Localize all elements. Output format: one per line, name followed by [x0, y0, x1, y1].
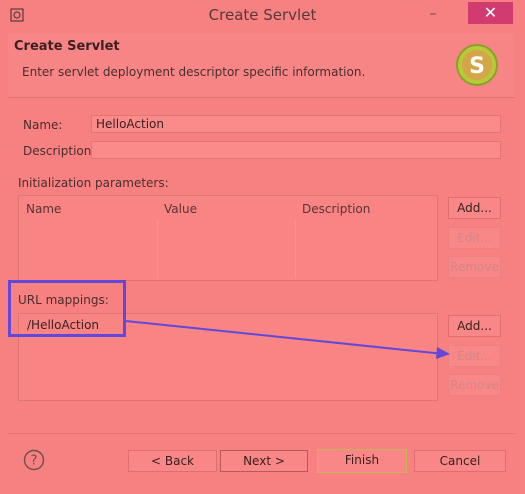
next-button[interactable]: Next >: [220, 450, 308, 472]
cancel-button[interactable]: Cancel: [414, 450, 506, 472]
annotation-arrow: [125, 320, 450, 359]
footer-separator: [8, 433, 515, 434]
finish-button[interactable]: Finish: [317, 449, 407, 473]
svg-text:?: ?: [31, 454, 38, 469]
help-icon[interactable]: ?: [23, 449, 45, 471]
back-button[interactable]: < Back: [128, 450, 217, 472]
